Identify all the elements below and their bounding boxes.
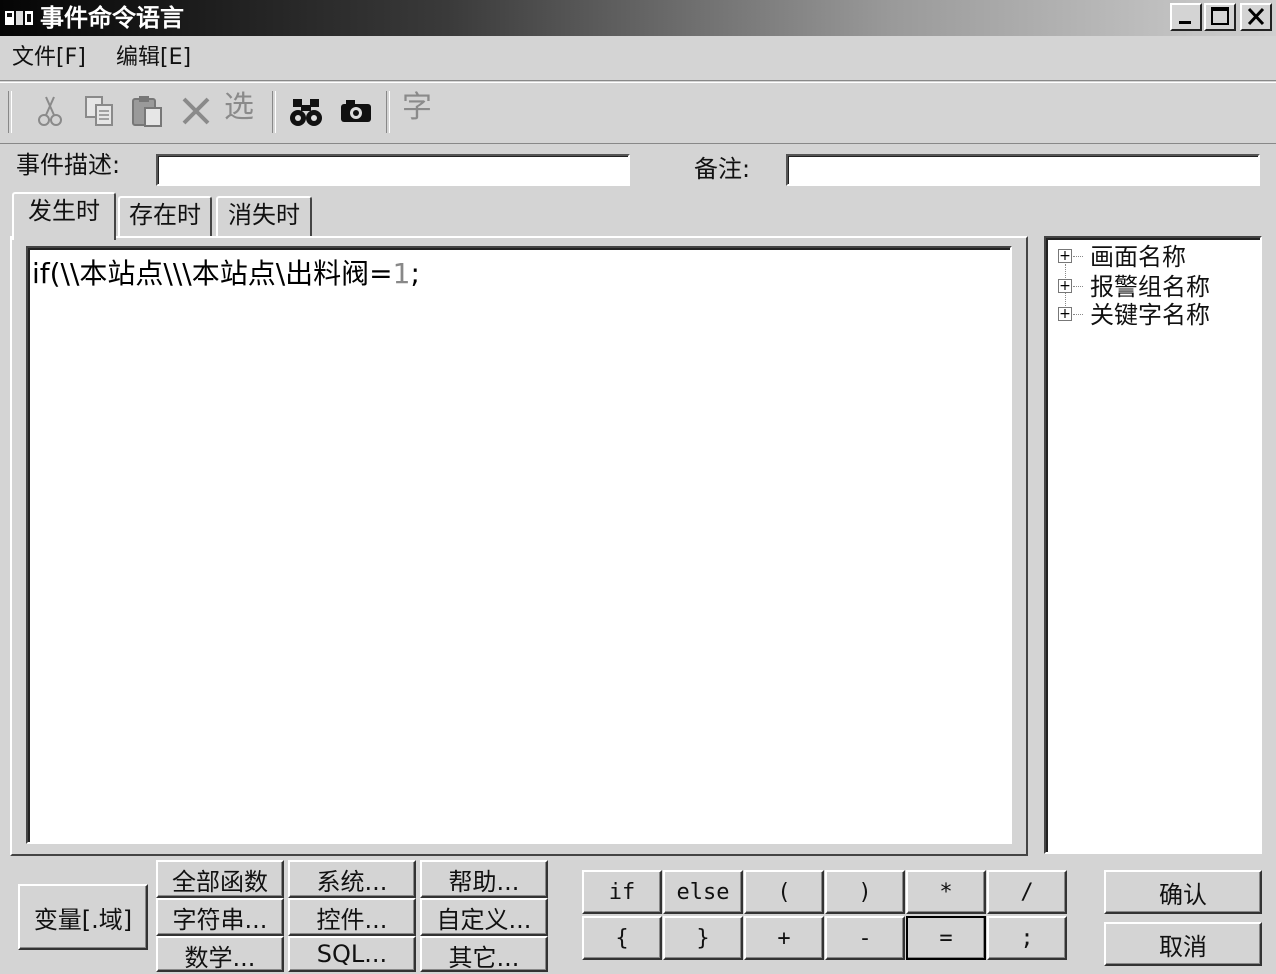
- tree-item-label: 画面名称: [1090, 243, 1186, 271]
- toolbar-separator: [272, 91, 276, 133]
- control-functions-button[interactable]: 控件...: [288, 898, 416, 936]
- op-close-paren-button[interactable]: ): [825, 870, 905, 914]
- math-functions-button[interactable]: 数学...: [156, 936, 284, 972]
- menu-bar: 文件[F] 编辑[E]: [0, 38, 1276, 81]
- script-editor[interactable]: if(\\本站点\\\本站点\出料阀=1;: [26, 246, 1012, 844]
- op-minus-button[interactable]: -: [825, 916, 905, 960]
- camera-icon[interactable]: [338, 93, 374, 129]
- system-button[interactable]: 系统...: [288, 860, 416, 898]
- delete-icon[interactable]: [178, 93, 214, 129]
- find-binoculars-icon[interactable]: [288, 93, 324, 129]
- help-button[interactable]: 帮助...: [420, 860, 548, 898]
- cut-icon[interactable]: [32, 93, 68, 129]
- op-plus-button[interactable]: +: [744, 916, 824, 960]
- maximize-icon: [1211, 7, 1229, 25]
- variable-field-button[interactable]: 变量[.域]: [18, 884, 148, 950]
- op-semicolon-button[interactable]: ;: [987, 916, 1067, 960]
- menu-file[interactable]: 文件[F]: [12, 44, 86, 72]
- op-else-button[interactable]: else: [663, 870, 743, 914]
- op-divide-button[interactable]: /: [987, 870, 1067, 914]
- tab-on-disappear[interactable]: 消失时: [216, 196, 312, 236]
- tree-item-label: 报警组名称: [1090, 273, 1210, 301]
- confirm-button[interactable]: 确认: [1104, 870, 1262, 914]
- expand-icon[interactable]: +: [1058, 249, 1072, 263]
- note-label: 备注:: [694, 155, 751, 183]
- close-button[interactable]: [1240, 3, 1272, 31]
- other-functions-button[interactable]: 其它...: [420, 936, 548, 972]
- font-button[interactable]: 字: [402, 93, 432, 123]
- op-open-paren-button[interactable]: (: [744, 870, 824, 914]
- op-multiply-button[interactable]: *: [906, 870, 986, 914]
- note-input[interactable]: [786, 154, 1260, 186]
- maximize-button[interactable]: [1204, 3, 1236, 31]
- script-code-line: if(\\本站点\\\本站点\出料阀=1;: [32, 256, 420, 292]
- tree-branch-line: [1073, 286, 1083, 287]
- event-description-label: 事件描述:: [16, 151, 121, 179]
- custom-functions-button[interactable]: 自定义...: [420, 898, 548, 936]
- op-equals-button[interactable]: =: [906, 916, 986, 960]
- op-close-brace-button[interactable]: }: [663, 916, 743, 960]
- name-tree-view[interactable]: + 画面名称 + 报警组名称 + 关键字名称: [1044, 236, 1262, 854]
- menu-edit[interactable]: 编辑[E]: [116, 44, 191, 72]
- app-icon: [5, 11, 33, 25]
- op-open-brace-button[interactable]: {: [582, 916, 662, 960]
- tab-on-occur[interactable]: 发生时: [12, 192, 116, 240]
- tree-branch-line: [1073, 314, 1083, 315]
- script-code-text: if(\\本站点\\\本站点\出料阀=: [32, 257, 393, 290]
- event-description-input[interactable]: [156, 154, 630, 186]
- script-code-number: 1: [392, 257, 411, 290]
- string-functions-button[interactable]: 字符串...: [156, 898, 284, 936]
- event-command-language-window: 事件命令语言 文件[F] 编辑[E] 选 字 事件描述: 备注: 发生时 存在时…: [0, 0, 1276, 974]
- script-code-end: ;: [410, 257, 420, 290]
- tree-item-label: 关键字名称: [1090, 301, 1210, 329]
- close-icon: [1247, 7, 1265, 26]
- all-functions-button[interactable]: 全部函数: [156, 860, 284, 898]
- tab-while-exist[interactable]: 存在时: [118, 196, 212, 236]
- select-all-button[interactable]: 选: [224, 93, 254, 123]
- expand-icon[interactable]: +: [1058, 307, 1072, 321]
- copy-icon[interactable]: [82, 93, 118, 129]
- minimize-icon: [1179, 21, 1191, 24]
- title-bar[interactable]: 事件命令语言: [0, 0, 1276, 36]
- tree-branch-line: [1073, 256, 1083, 257]
- toolbar-separator: [386, 91, 390, 133]
- toolbar-separator: [8, 91, 12, 133]
- expand-icon[interactable]: +: [1058, 279, 1072, 293]
- window-title: 事件命令语言: [40, 4, 184, 32]
- cancel-button[interactable]: 取消: [1104, 922, 1262, 966]
- op-if-button[interactable]: if: [582, 870, 662, 914]
- minimize-button[interactable]: [1170, 3, 1202, 31]
- sql-functions-button[interactable]: SQL...: [288, 936, 416, 972]
- toolbar: 选 字: [0, 82, 1276, 144]
- paste-icon[interactable]: [130, 93, 166, 129]
